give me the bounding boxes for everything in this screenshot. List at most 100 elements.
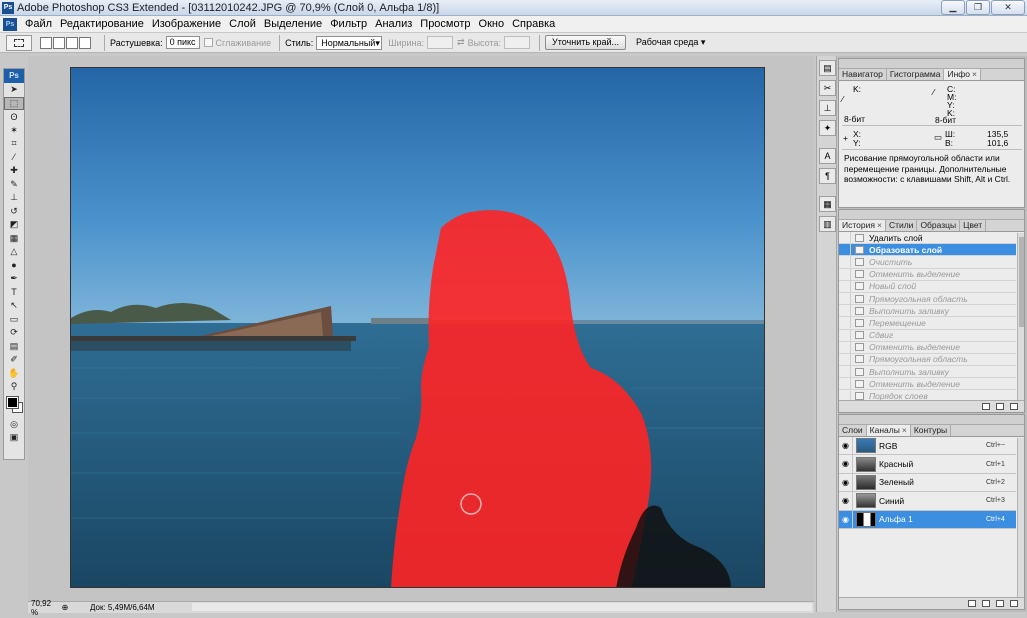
tab-paths[interactable]: Контуры (911, 425, 952, 436)
history-item[interactable]: Перемещение (839, 317, 1016, 330)
trash-icon[interactable] (1010, 403, 1018, 410)
path-selection-tool-icon[interactable]: ↖ (4, 299, 24, 313)
3d-rotate-tool-icon[interactable]: ⟳ (4, 326, 24, 340)
tab-info[interactable]: Инфо × (944, 69, 981, 80)
eraser-tool-icon[interactable]: ◩ (4, 218, 24, 232)
menu-edit[interactable]: Редактирование (56, 16, 148, 33)
eye-icon[interactable]: ◉ (839, 437, 853, 455)
menu-filter[interactable]: Фильтр (326, 16, 371, 33)
eye-icon[interactable]: ◉ (839, 455, 853, 473)
zoom-tool-icon[interactable]: ⚲ (4, 380, 24, 394)
type-tool-icon[interactable]: T (4, 286, 24, 300)
channels-dock-icon[interactable]: ▥ (819, 216, 836, 232)
snapshot-document-icon[interactable] (982, 403, 990, 410)
type-dock-icon[interactable]: A (819, 148, 836, 164)
menu-file[interactable]: Файл (21, 16, 56, 33)
history-item[interactable]: Прямоугольная область (839, 353, 1016, 367)
brush-tool-icon[interactable]: ✎ (4, 178, 24, 192)
tab-color[interactable]: Цвет (960, 220, 987, 231)
channels-scrollbar[interactable] (1017, 438, 1024, 598)
history-item[interactable]: Новый слой (839, 280, 1016, 293)
close-icon[interactable]: × (972, 69, 977, 79)
style-select[interactable]: Нормальный ▾ (316, 35, 383, 50)
menu-select[interactable]: Выделение (260, 16, 326, 33)
eye-icon[interactable]: ◉ (839, 510, 853, 528)
history-brush-source[interactable] (839, 317, 851, 329)
menu-analysis[interactable]: Анализ (371, 16, 416, 33)
save-selection-icon[interactable] (982, 600, 990, 607)
healing-brush-tool-icon[interactable]: ✚ (4, 164, 24, 178)
channel-row[interactable]: ◉ Зеленый Ctrl+2 (839, 473, 1016, 493)
gradient-tool-icon[interactable]: ▦ (4, 232, 24, 246)
paragraph-dock-icon[interactable]: ¶ (819, 168, 836, 184)
dodge-tool-icon[interactable]: ● (4, 259, 24, 273)
zoom-level[interactable]: 70,92 % (28, 599, 60, 617)
move-tool-icon[interactable]: ➤ (4, 83, 24, 97)
history-item[interactable]: Очистить (839, 256, 1016, 269)
menu-view[interactable]: Просмотр (416, 16, 474, 33)
pen-tool-icon[interactable]: ✒ (4, 272, 24, 286)
new-selection-icon[interactable] (40, 36, 52, 49)
history-brush-source[interactable] (839, 244, 851, 256)
tab-styles[interactable]: Стили (886, 220, 918, 231)
layers-dock-icon[interactable]: ▦ (819, 196, 836, 212)
eye-icon[interactable]: ◉ (839, 473, 853, 492)
document-canvas[interactable] (70, 67, 765, 588)
scroll-thumb[interactable] (1019, 237, 1024, 327)
crop-tool-icon[interactable]: ⌗ (4, 137, 24, 151)
history-brush-source[interactable] (839, 232, 851, 244)
tab-histogram[interactable]: Гистограмма (887, 69, 945, 80)
menu-image[interactable]: Изображение (148, 16, 225, 33)
lasso-tool-icon[interactable]: ʘ (4, 110, 24, 124)
close-icon[interactable]: × (902, 425, 907, 435)
close-icon[interactable]: × (877, 220, 882, 230)
blur-tool-icon[interactable]: △ (4, 245, 24, 259)
channel-row[interactable]: ◉ RGB Ctrl+~ (839, 437, 1016, 456)
workspace-menu[interactable]: Рабочая среда ▾ (636, 37, 705, 48)
menu-layer[interactable]: Слой (225, 16, 260, 33)
feather-input[interactable]: 0 пикс (165, 36, 200, 49)
tab-navigator[interactable]: Навигатор (839, 69, 887, 80)
history-brush-source[interactable] (839, 329, 851, 341)
history-item[interactable]: Выполнить заливку (839, 305, 1016, 318)
channel-row[interactable]: ◉ Красный Ctrl+1 (839, 455, 1016, 474)
history-brush-source[interactable] (839, 305, 851, 317)
history-brush-source[interactable] (839, 353, 851, 365)
history-brush-source[interactable] (839, 378, 851, 390)
history-brush-source[interactable] (839, 293, 851, 305)
eyedropper2-tool-icon[interactable]: ✐ (4, 353, 24, 367)
tab-history[interactable]: История × (839, 220, 886, 231)
navigator-dock-icon[interactable]: ▤ (819, 60, 836, 76)
refine-edge-button[interactable]: Уточнить край... (544, 35, 627, 50)
tab-layers[interactable]: Слои (839, 425, 867, 436)
notes-tool-icon[interactable]: ▤ (4, 340, 24, 354)
history-brush-source[interactable] (839, 268, 851, 280)
history-item[interactable]: Сдвиг (839, 329, 1016, 342)
hand-tool-icon[interactable]: ✋ (4, 367, 24, 381)
eye-icon[interactable]: ◉ (839, 492, 853, 510)
rect-marquee-tool-icon[interactable]: ⬚ (4, 96, 24, 110)
shape-tool-icon[interactable]: ▭ (4, 313, 24, 327)
history-item[interactable]: Выполнить заливку (839, 366, 1016, 379)
magic-wand-tool-icon[interactable]: ✶ (4, 124, 24, 138)
add-selection-icon[interactable] (53, 36, 65, 49)
quick-mask-icon[interactable]: ◎ (4, 418, 24, 432)
tool-preset-picker[interactable] (6, 34, 32, 51)
tools-dock-icon[interactable]: ✂ (819, 80, 836, 96)
new-channel-icon[interactable] (996, 600, 1004, 607)
minimize-button[interactable]: ▁ (941, 0, 965, 15)
history-scrollbar[interactable] (1017, 233, 1024, 401)
history-brush-source[interactable] (839, 366, 851, 378)
history-brush-tool-icon[interactable]: ↺ (4, 205, 24, 219)
history-brush-source[interactable] (839, 256, 851, 268)
clone-stamp-tool-icon[interactable]: ⊥ (4, 191, 24, 205)
menu-help[interactable]: Справка (508, 16, 559, 33)
history-brush-source[interactable] (839, 341, 851, 353)
color-dock-icon[interactable]: ✦ (819, 120, 836, 136)
camera-icon[interactable] (996, 403, 1004, 410)
history-brush-source[interactable] (839, 280, 851, 292)
horizontal-scrollbar[interactable] (192, 603, 812, 611)
stamp-dock-icon[interactable]: ⊥ (819, 100, 836, 116)
maximize-button[interactable]: ❐ (966, 0, 990, 15)
subtract-selection-icon[interactable] (66, 36, 78, 49)
